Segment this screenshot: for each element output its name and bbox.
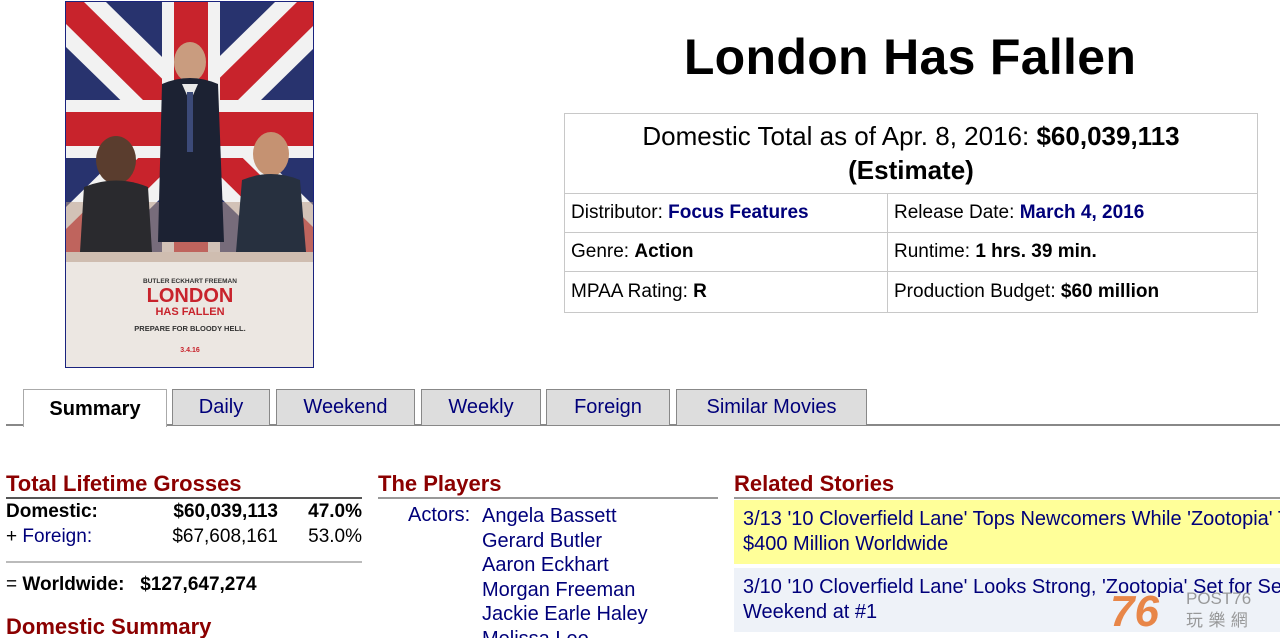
poster-title-line2: HAS FALLEN xyxy=(155,306,224,318)
tab-summary[interactable]: Summary xyxy=(23,389,167,427)
budget-value: $60 million xyxy=(1060,281,1160,302)
tab-foreign[interactable]: Foreign xyxy=(546,389,670,425)
budget-cell: Production Budget: $60 million xyxy=(888,272,1257,312)
story-link[interactable]: 3/13 '10 Cloverfield Lane' Tops Newcomer… xyxy=(734,500,1280,564)
info-row-rating: MPAA Rating: R Production Budget: $60 mi… xyxy=(565,271,1257,312)
actor-link[interactable]: Morgan Freeman xyxy=(482,578,648,603)
movie-info-table: Domestic Total as of Apr. 8, 2016: $60,0… xyxy=(564,113,1258,313)
foreign-percent: 53.0% xyxy=(308,526,362,547)
grosses-heading: Total Lifetime Grosses xyxy=(6,471,242,496)
genre-label: Genre: xyxy=(571,241,630,262)
tab-weekend[interactable]: Weekend xyxy=(276,389,415,425)
genre-cell: Genre: Action xyxy=(565,233,888,271)
worldwide-amount: $127,647,274 xyxy=(140,574,257,595)
worldwide-row: = Worldwide: $127,647,274 xyxy=(6,572,257,597)
foreign-link[interactable]: Foreign: xyxy=(22,526,92,547)
grosses-row-foreign: + Foreign: $67,608,161 53.0% xyxy=(6,524,362,549)
tab-weekly[interactable]: Weekly xyxy=(421,389,541,425)
info-row-distributor: Distributor: Focus Features Release Date… xyxy=(565,193,1257,232)
domestic-total-note: (Estimate) xyxy=(848,155,974,185)
actor-link[interactable]: Gerard Butler xyxy=(482,529,648,554)
mpaa-cell: MPAA Rating: R xyxy=(565,272,888,312)
mpaa-label: MPAA Rating: xyxy=(571,281,688,302)
watermark-number: 76 xyxy=(1110,587,1159,636)
stories-divider xyxy=(734,497,1280,499)
domestic-total-value: $60,039,113 xyxy=(1036,121,1180,151)
runtime-label: Runtime: xyxy=(894,241,971,262)
tab-daily[interactable]: Daily xyxy=(172,389,270,425)
poster-tagline: PREPARE FOR BLOODY HELL. xyxy=(134,324,245,333)
tab-similar-movies[interactable]: Similar Movies xyxy=(676,389,867,425)
actors-label: Actors: xyxy=(408,504,471,526)
watermark-logo: 76 POST76 玩 樂 網 xyxy=(1108,584,1280,638)
distributor-label: Distributor: xyxy=(571,202,663,223)
info-row-genre: Genre: Action Runtime: 1 hrs. 39 min. xyxy=(565,232,1257,271)
distributor-cell: Distributor: Focus Features xyxy=(565,194,888,232)
foreign-label-cell: + Foreign: xyxy=(6,524,136,549)
watermark-brand: POST76 xyxy=(1186,589,1251,608)
players-heading: The Players xyxy=(378,471,502,496)
budget-label: Production Budget: xyxy=(894,281,1056,302)
poster-title-line1: LONDON xyxy=(147,285,234,307)
grosses-row-domestic: Domestic: $60,039,113 47.0% xyxy=(6,499,362,524)
actor-link[interactable]: Jackie Earle Haley xyxy=(482,602,648,627)
watermark-cjk: 玩 樂 網 xyxy=(1186,611,1248,631)
actor-link[interactable]: Melissa Leo xyxy=(482,627,648,638)
grosses-divider xyxy=(6,561,362,563)
movie-poster[interactable]: BUTLER ECKHART FREEMAN LONDON HAS FALLEN… xyxy=(65,1,314,368)
actor-link[interactable]: Aaron Eckhart xyxy=(482,553,648,578)
foreign-amount: $67,608,161 xyxy=(172,526,278,547)
domestic-summary-heading: Domestic Summary xyxy=(6,614,212,638)
domestic-amount: $60,039,113 xyxy=(173,501,278,522)
domestic-total: Domestic Total as of Apr. 8, 2016: $60,0… xyxy=(565,114,1257,193)
domestic-percent: 47.0% xyxy=(308,501,362,522)
actor-link[interactable]: Angela Bassett xyxy=(482,504,648,529)
poster-date: 3.4.16 xyxy=(180,347,200,354)
domestic-total-label: Domestic Total as of Apr. 8, 2016: xyxy=(642,121,1030,151)
release-date-link[interactable]: March 4, 2016 xyxy=(1020,202,1145,223)
mpaa-value: R xyxy=(693,281,707,302)
players-divider xyxy=(378,497,718,499)
stories-heading: Related Stories xyxy=(734,471,895,496)
release-date-label: Release Date: xyxy=(894,202,1015,223)
actors-list: Angela Bassett Gerard Butler Aaron Eckha… xyxy=(482,504,648,638)
movie-title: London Has Fallen xyxy=(683,29,1137,85)
poster-cast: BUTLER ECKHART FREEMAN xyxy=(143,278,237,285)
release-date-cell: Release Date: March 4, 2016 xyxy=(888,194,1257,232)
tab-bar: Summary Daily Weekend Weekly Foreign Sim… xyxy=(6,388,1280,427)
runtime-cell: Runtime: 1 hrs. 39 min. xyxy=(888,233,1257,271)
grosses-table: Domestic: $60,039,113 47.0% + Foreign: $… xyxy=(6,497,362,549)
worldwide-label: Worldwide: xyxy=(22,574,125,595)
distributor-link[interactable]: Focus Features xyxy=(668,202,808,223)
story-line: $400 Million Worldwide xyxy=(743,533,949,555)
worldwide-prefix: = xyxy=(6,574,18,595)
foreign-prefix: + xyxy=(6,526,18,547)
domestic-label: Domestic: xyxy=(6,501,98,522)
genre-value: Action xyxy=(634,241,694,262)
story-line: 3/13 '10 Cloverfield Lane' Tops Newcomer… xyxy=(743,508,1280,530)
runtime-value: 1 hrs. 39 min. xyxy=(975,241,1097,262)
